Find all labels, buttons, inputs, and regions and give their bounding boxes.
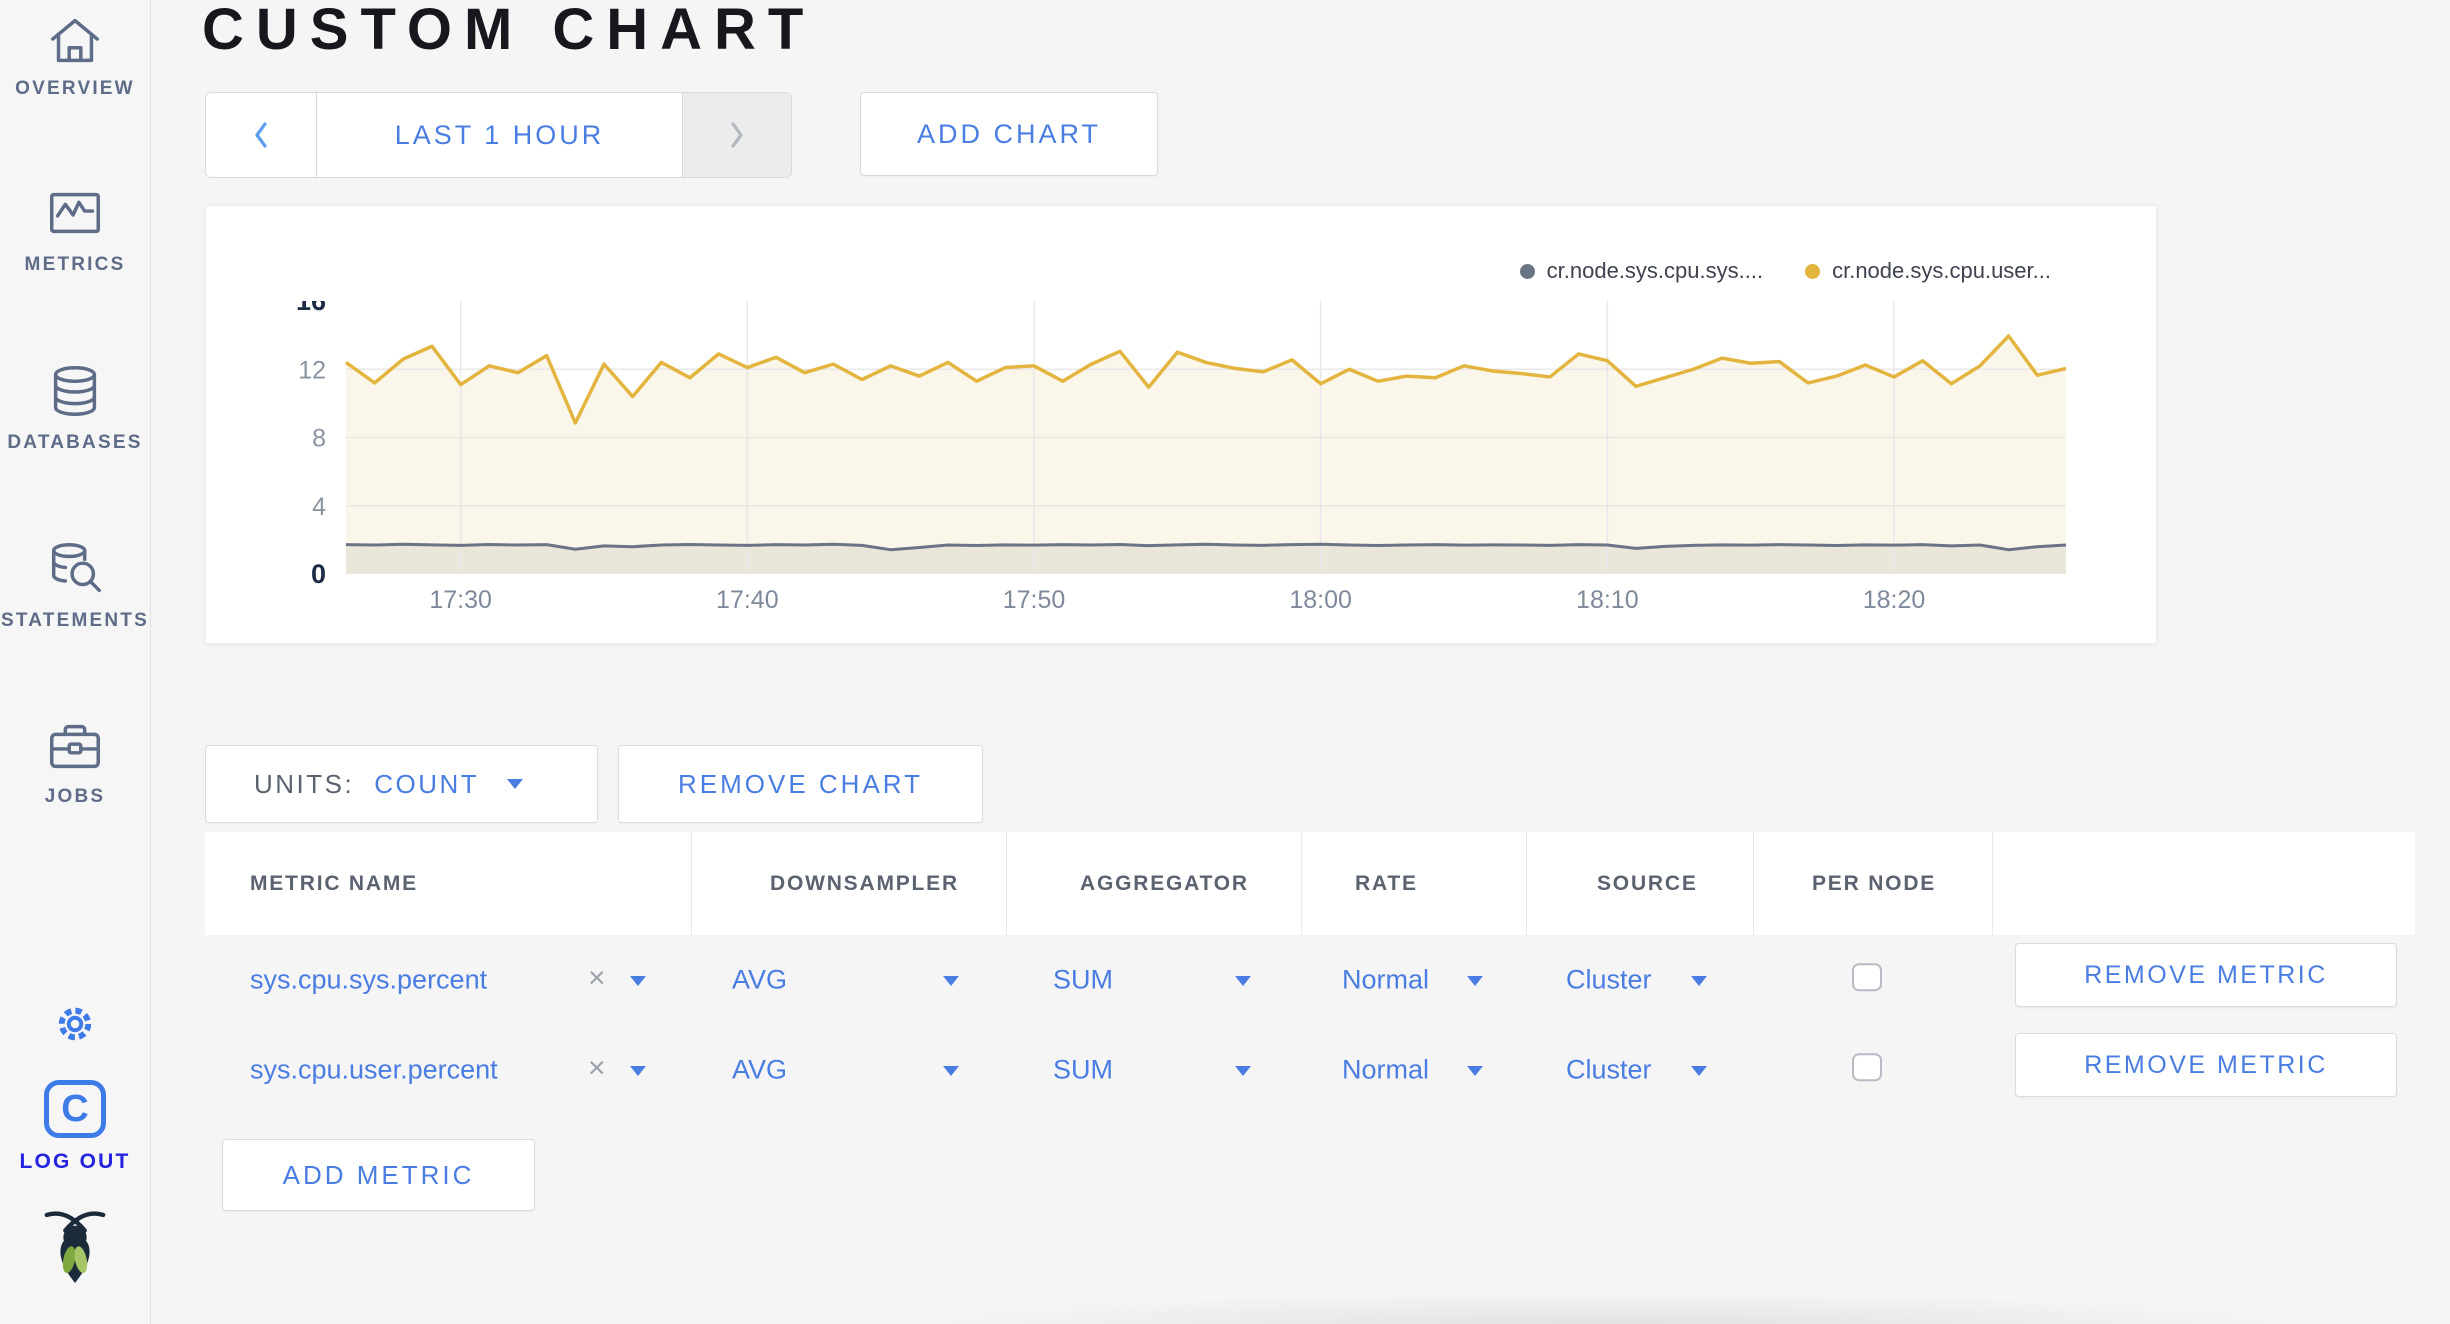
x-tick-label: 18:00 — [1289, 586, 1352, 614]
chevron-down-icon[interactable] — [943, 1066, 959, 1076]
time-range-value[interactable]: LAST 1 HOUR — [316, 93, 683, 177]
x-tick-label: 17:30 — [429, 586, 492, 614]
legend-item[interactable]: cr.node.sys.cpu.user... — [1805, 258, 2051, 284]
y-tick-label: 16 — [296, 301, 326, 316]
y-tick-label: 8 — [312, 425, 326, 453]
settings-button[interactable] — [0, 999, 150, 1049]
downsampler-select[interactable]: AVG — [732, 1055, 787, 1086]
time-range-next-button[interactable] — [683, 93, 791, 177]
custom-chart-plot: 0 4 8 12 16 17:30 17:40 17:50 18:00 18:10 18:20 — [296, 301, 2067, 614]
metric-row: sys.cpu.sys.percent × AVG SUM Normal Clu… — [205, 935, 2415, 1025]
column-header-rate: RATE — [1302, 832, 1527, 935]
aggregator-select[interactable]: SUM — [1053, 965, 1113, 996]
sidebar-item-databases-label[interactable]: DATABASES — [0, 432, 150, 454]
sidebar: OVERVIEW METRICS DATABASES STATEMENTS JO… — [0, 0, 151, 1324]
x-tick-label: 18:20 — [1863, 586, 1926, 614]
legend-swatch — [1805, 263, 1821, 279]
sidebar-item-statements-label[interactable]: STATEMENTS — [0, 610, 150, 632]
chevron-down-icon[interactable] — [1235, 1066, 1251, 1076]
chevron-right-icon — [731, 122, 743, 148]
chart-card: cr.node.sys.cpu.sys.... cr.node.sys.cpu.… — [205, 205, 2157, 644]
chevron-down-icon[interactable] — [630, 1066, 646, 1076]
logout-label[interactable]: LOG OUT — [0, 1150, 150, 1174]
legend-label: cr.node.sys.cpu.sys.... — [1546, 258, 1764, 283]
units-value: COUNT — [374, 768, 480, 799]
time-range-prev-button[interactable] — [206, 93, 316, 177]
chevron-down-icon[interactable] — [1691, 976, 1707, 986]
per-node-checkbox[interactable] — [1852, 1053, 1882, 1082]
cockroach-bug-icon — [44, 1211, 106, 1283]
statements-icon — [51, 543, 101, 593]
metric-row: sys.cpu.user.percent × AVG SUM Normal Cl… — [205, 1025, 2415, 1115]
downsampler-select[interactable]: AVG — [732, 965, 787, 996]
chevron-down-icon[interactable] — [630, 976, 646, 986]
chevron-down-icon[interactable] — [1467, 976, 1483, 986]
remove-chart-button[interactable]: REMOVE CHART — [618, 745, 983, 823]
sidebar-item-jobs[interactable] — [0, 716, 150, 778]
metrics-table-header: METRIC NAME DOWNSAMPLER AGGREGATOR RATE … — [205, 832, 2415, 935]
sidebar-item-statements[interactable] — [0, 538, 150, 600]
source-select[interactable]: Cluster — [1566, 1055, 1652, 1086]
add-chart-button[interactable]: ADD CHART — [860, 92, 1158, 176]
page-title: CUSTOM CHART — [202, 0, 816, 62]
metric-name-value[interactable]: sys.cpu.user.percent — [250, 1055, 498, 1086]
metrics-icon — [50, 192, 100, 234]
rate-select[interactable]: Normal — [1342, 965, 1429, 996]
source-select[interactable]: Cluster — [1566, 965, 1652, 996]
aggregator-select[interactable]: SUM — [1053, 1055, 1113, 1086]
clear-metric-icon[interactable]: × — [588, 962, 606, 996]
cockroach-c-logo: C — [44, 1080, 106, 1138]
series-area — [346, 335, 2066, 574]
sidebar-item-overview-label[interactable]: OVERVIEW — [0, 78, 150, 100]
remove-metric-button[interactable]: REMOVE METRIC — [2015, 943, 2397, 1007]
clear-metric-icon[interactable]: × — [588, 1052, 606, 1086]
sidebar-item-metrics-label[interactable]: METRICS — [0, 254, 150, 276]
remove-metric-button[interactable]: REMOVE METRIC — [2015, 1033, 2397, 1097]
per-node-checkbox[interactable] — [1852, 963, 1882, 992]
time-range-selector: LAST 1 HOUR — [205, 92, 792, 178]
column-header-downsampler: DOWNSAMPLER — [692, 832, 1007, 935]
bottom-shadow — [580, 1290, 2450, 1324]
x-tick-label: 18:10 — [1576, 586, 1639, 614]
sidebar-item-overview[interactable] — [0, 10, 150, 72]
rate-select[interactable]: Normal — [1342, 1055, 1429, 1086]
column-header-source: SOURCE — [1527, 832, 1754, 935]
column-header-metric-name: METRIC NAME — [205, 832, 692, 935]
series-area — [346, 544, 2066, 574]
chart-legend: cr.node.sys.cpu.sys.... cr.node.sys.cpu.… — [1519, 258, 2051, 284]
x-tick-label: 17:40 — [716, 586, 779, 614]
legend-label: cr.node.sys.cpu.user... — [1832, 258, 2051, 283]
chevron-left-icon — [255, 122, 267, 148]
custom-chart-page: OVERVIEW METRICS DATABASES STATEMENTS JO… — [0, 0, 2450, 1324]
legend-item[interactable]: cr.node.sys.cpu.sys.... — [1519, 258, 1764, 284]
chevron-down-icon — [507, 779, 524, 789]
legend-swatch — [1519, 263, 1535, 279]
jobs-icon — [50, 724, 100, 769]
home-icon — [50, 18, 100, 63]
sidebar-item-metrics[interactable] — [0, 182, 150, 244]
databases-icon — [53, 366, 97, 416]
chevron-down-icon[interactable] — [943, 976, 959, 986]
gear-icon — [58, 1007, 92, 1041]
metric-name-value[interactable]: sys.cpu.sys.percent — [250, 965, 487, 996]
y-tick-label: 12 — [298, 356, 326, 384]
logout-button[interactable]: C — [0, 1080, 150, 1138]
x-tick-label: 17:50 — [1003, 586, 1066, 614]
units-label: UNITS: — [254, 768, 355, 799]
add-metric-button[interactable]: ADD METRIC — [222, 1139, 535, 1211]
column-header-actions — [1993, 832, 2415, 935]
y-tick-label: 4 — [312, 493, 326, 521]
sidebar-item-databases[interactable] — [0, 360, 150, 422]
chevron-down-icon[interactable] — [1235, 976, 1251, 986]
chevron-down-icon[interactable] — [1467, 1066, 1483, 1076]
sidebar-item-jobs-label[interactable]: JOBS — [0, 786, 150, 808]
column-header-per-node: PER NODE — [1754, 832, 1993, 935]
units-dropdown[interactable]: UNITS: COUNT — [205, 745, 598, 823]
brand-logo — [0, 1208, 150, 1286]
chevron-down-icon[interactable] — [1691, 1066, 1707, 1076]
column-header-aggregator: AGGREGATOR — [1007, 832, 1302, 935]
y-tick-label: 0 — [311, 559, 326, 589]
